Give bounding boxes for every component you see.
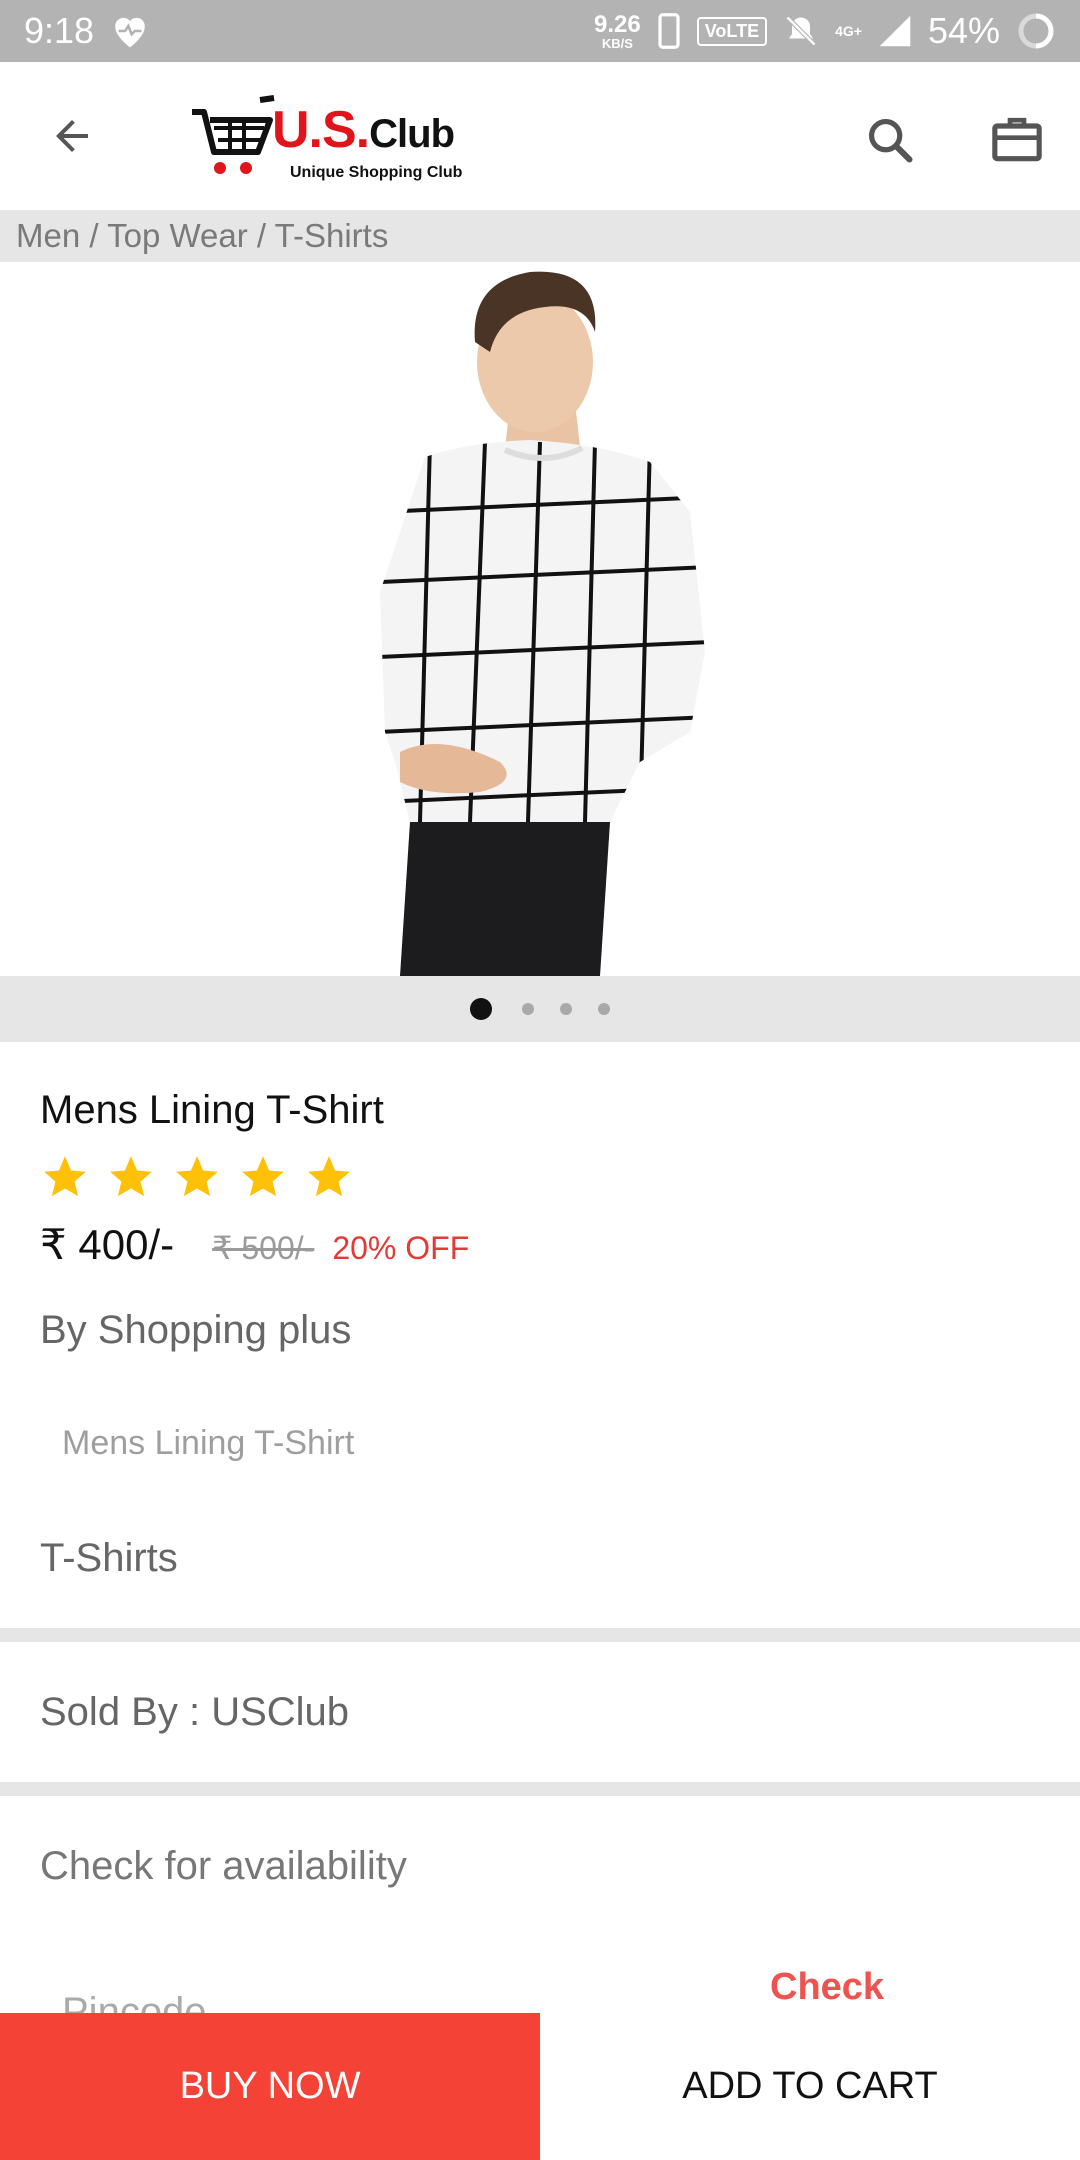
back-button[interactable] <box>44 108 100 164</box>
arrow-left-icon <box>56 120 88 152</box>
logo-tagline: Unique Shopping Club <box>290 164 463 181</box>
rating-stars <box>40 1152 354 1202</box>
product-description: Mens Lining T-Shirt <box>62 1424 355 1462</box>
status-time: 9:18 <box>24 10 95 51</box>
breadcrumb[interactable]: Men / Top Wear / T-Shirts <box>0 210 1080 262</box>
selling-price: ₹ 400/- <box>40 1221 175 1268</box>
usclub-logo[interactable]: U.S.Club Unique Shopping Club <box>190 94 480 184</box>
star-icon <box>308 1156 350 1197</box>
search-icon <box>868 118 913 163</box>
availability-heading: Check for availability <box>40 1844 407 1888</box>
product-page: 9:18 9.26 KB/S VoLTE 4G+ 54% U.S.Club Un… <box>0 0 1080 2160</box>
phone-icon <box>658 13 680 49</box>
battery-percent: 54% <box>927 10 1000 51</box>
status-bar: 9:18 9.26 KB/S VoLTE 4G+ 54% <box>0 0 1080 62</box>
battery-ring-icon <box>1018 13 1054 49</box>
original-price: ₹ 500/- <box>212 1230 315 1266</box>
pager-dot[interactable] <box>522 1003 534 1015</box>
brand-name: By Shopping plus <box>40 1308 352 1352</box>
app-bar: U.S.Club Unique Shopping Club <box>0 62 1080 210</box>
product-title: Mens Lining T-Shirt <box>40 1088 384 1132</box>
search-button[interactable] <box>858 108 922 172</box>
network-type: 4G+ <box>835 23 862 39</box>
signal-icon <box>879 15 911 47</box>
star-icon <box>176 1156 218 1197</box>
seller-info: Sold By : USClub <box>40 1690 350 1734</box>
mute-bell-icon <box>785 15 817 47</box>
star-icon <box>44 1156 86 1197</box>
buy-now-button[interactable]: BUY NOW <box>0 2013 540 2160</box>
network-speed: 9.26 KB/S <box>594 10 641 51</box>
star-icon <box>242 1156 284 1197</box>
briefcase-icon <box>992 117 1042 162</box>
section-divider <box>0 1628 1080 1642</box>
check-button[interactable]: Check <box>770 1966 884 2009</box>
add-to-cart-button[interactable]: ADD TO CART <box>540 2013 1080 2160</box>
star-icon <box>110 1156 152 1197</box>
section-divider <box>0 1782 1080 1796</box>
discount-label: 20% OFF <box>332 1230 470 1266</box>
product-category: T-Shirts <box>40 1536 178 1580</box>
image-pager <box>0 976 1080 1042</box>
cart-button[interactable] <box>985 108 1049 172</box>
shopping-cart-icon <box>192 95 275 174</box>
pager-dot[interactable] <box>560 1003 572 1015</box>
product-image[interactable] <box>0 262 1080 976</box>
price-row: ₹ 400/- ₹ 500/- 20% OFF <box>40 1220 469 1269</box>
heart-icon <box>115 17 145 48</box>
volte-badge: VoLTE <box>696 16 768 46</box>
pager-dot-active[interactable] <box>470 998 492 1020</box>
model-photo <box>380 271 705 976</box>
logo-wordmark: U.S.Club <box>272 101 455 159</box>
pager-dot[interactable] <box>598 1003 610 1015</box>
